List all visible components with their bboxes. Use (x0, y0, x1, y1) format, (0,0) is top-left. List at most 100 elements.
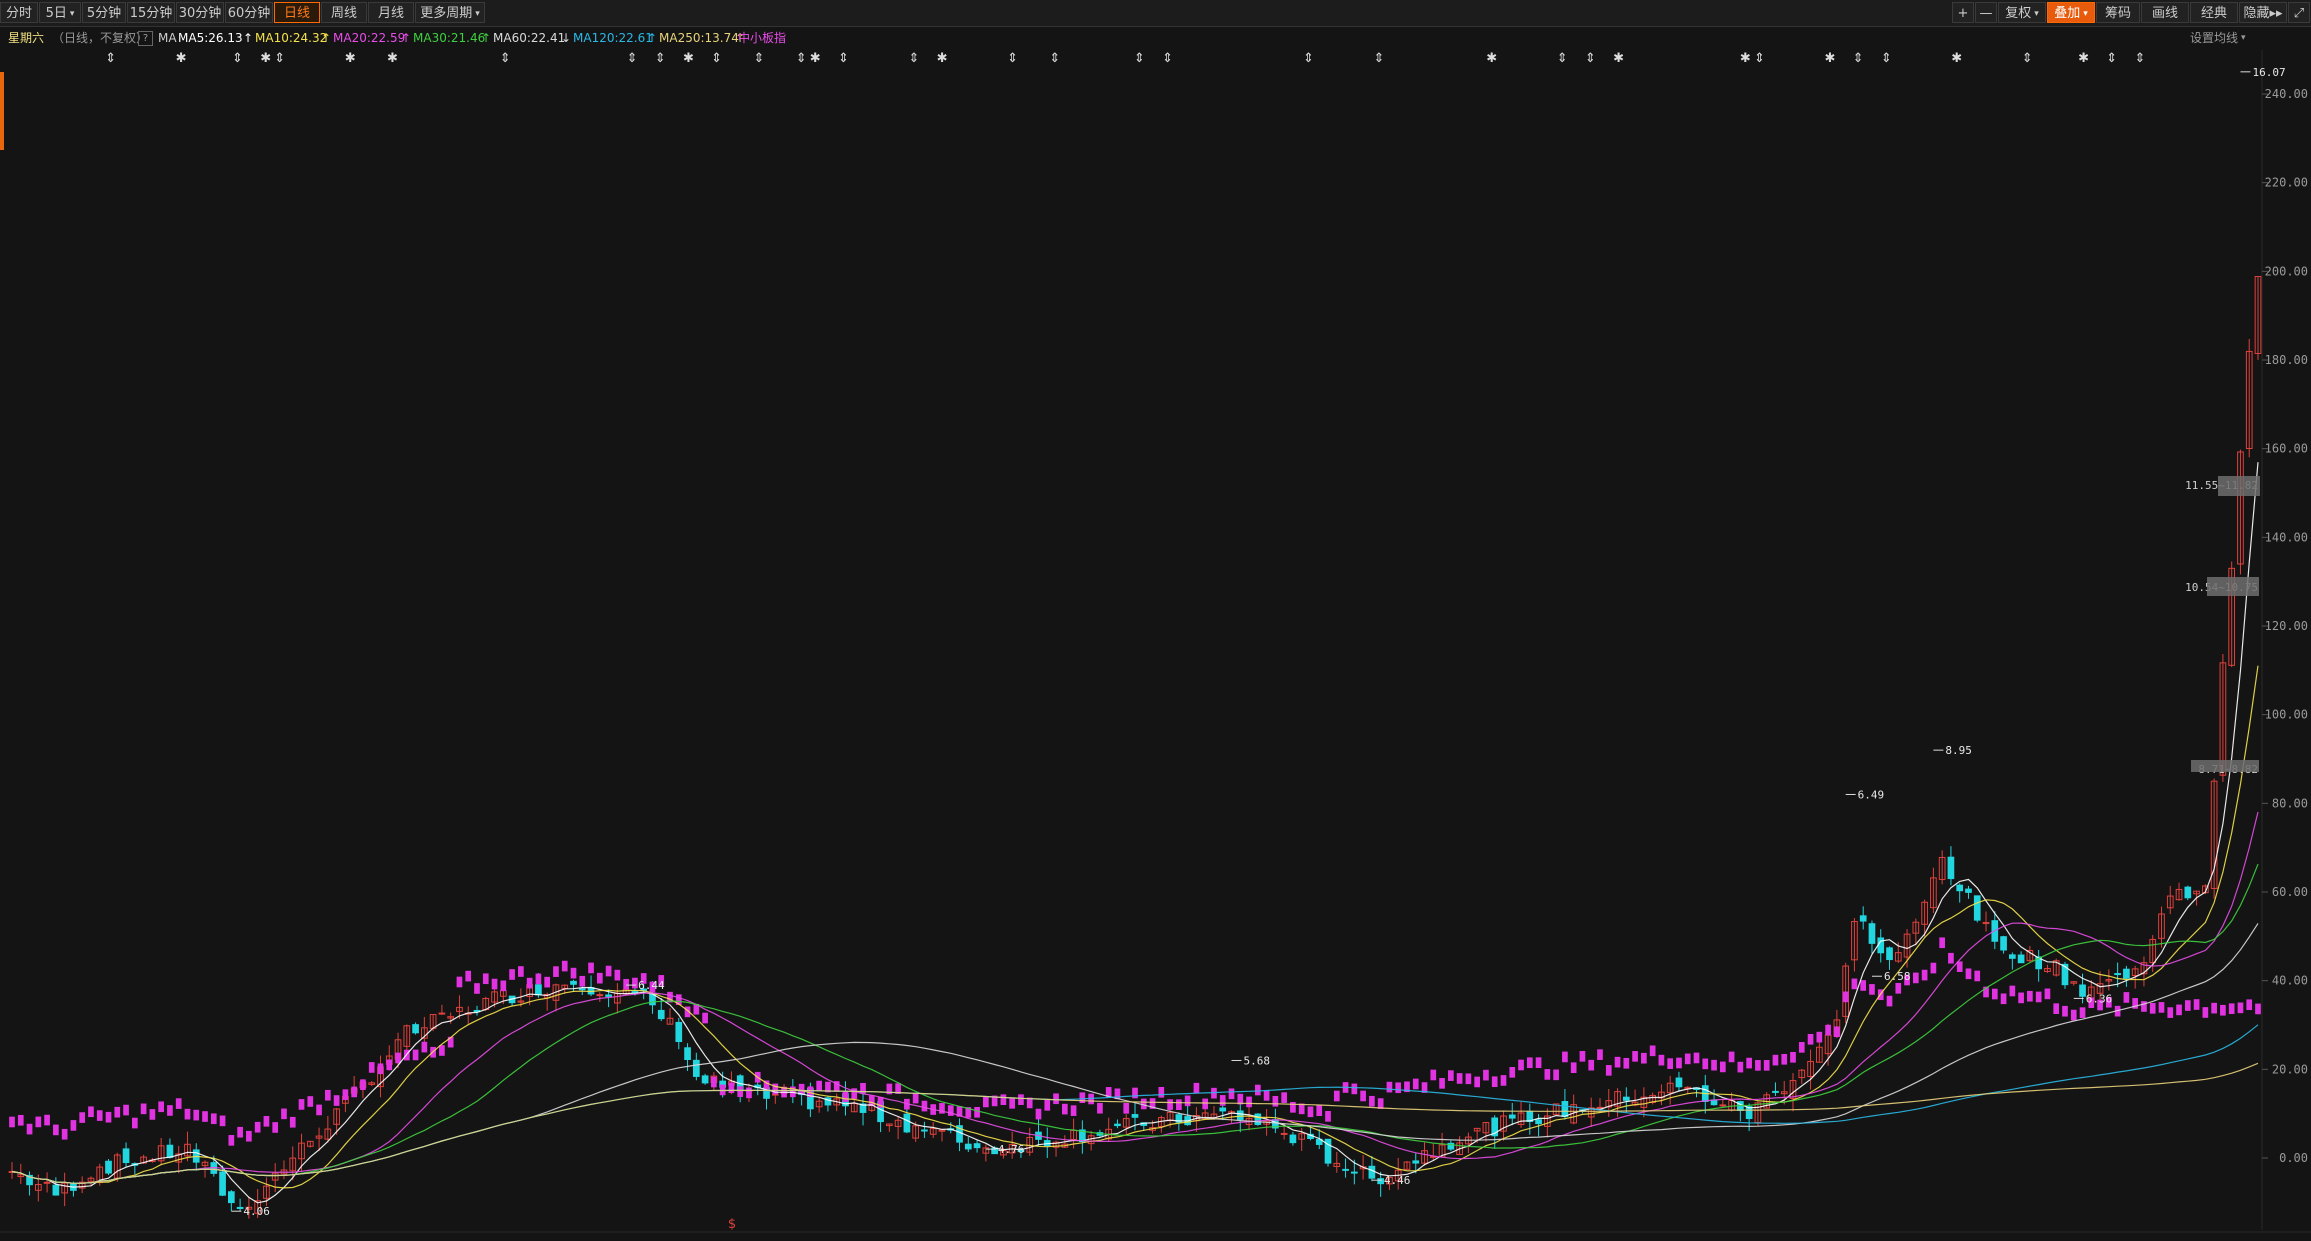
candle-body (1342, 1168, 1349, 1171)
overlay-index-bar (149, 1109, 156, 1120)
overlay-index-bar (1000, 1094, 1007, 1106)
tab-period-4[interactable]: 30分钟 (176, 2, 224, 23)
candle-body (921, 1129, 928, 1132)
tab-period-label: 日线 (283, 6, 310, 21)
overlay-index-bar (1202, 1098, 1209, 1110)
overlay-index-bar (1228, 1088, 1235, 1100)
overlay-index-bar (535, 973, 542, 985)
candle-body (2123, 968, 2130, 979)
overlay-index-bar (2062, 1005, 2068, 1017)
overlay-index-bar (1965, 968, 1972, 980)
toolbar-tool-4[interactable]: 筹码 (2096, 2, 2140, 23)
toolbar-tool-label: ⤢ (2293, 6, 2305, 21)
overlay-index-bar (491, 978, 498, 990)
y-tick-label: 120.00 (2265, 619, 2308, 633)
overlay-index-bar (1719, 1061, 1726, 1073)
candle-body (2114, 973, 2121, 976)
chevron-down-icon: ▾ (2083, 9, 2088, 19)
overlay-index-bar (1623, 1057, 1630, 1069)
tab-period-7[interactable]: 周线 (321, 2, 367, 23)
overlay-index-bar (1500, 1075, 1507, 1086)
event-marker-icon: ⇕ (105, 51, 116, 66)
tab-period-5[interactable]: 60分钟 (225, 2, 273, 23)
overlay-index-bar (1825, 1024, 1831, 1036)
overlay-index-bar (421, 1041, 428, 1053)
tab-period-label: 更多周期 (420, 6, 473, 21)
ma-settings-button[interactable]: 设置均线 ▾ (2190, 27, 2246, 49)
candle-body (438, 1012, 446, 1015)
y-tick-label: 0.00 (2279, 1151, 2308, 1165)
overlay-index-bar (377, 1063, 384, 1075)
help-icon[interactable]: ? (138, 31, 153, 46)
y-tick-label: 100.00 (2265, 708, 2308, 722)
ma-value-0: MA5:26.13 (178, 31, 243, 45)
chevron-down-icon: ▾ (69, 9, 75, 19)
event-marker-icon: ⇕ (1754, 51, 1765, 66)
overlay-index-bar (1263, 1090, 1270, 1101)
toolbar-tool-7[interactable]: 隐藏▸▸ (2239, 2, 2287, 23)
toolbar-tool-6[interactable]: 经典 (2190, 2, 2238, 23)
overlay-index-bar (1123, 1103, 1130, 1114)
event-marker-icon: ✱ (260, 51, 271, 66)
candle-body (1561, 1101, 1569, 1117)
overlay-index-bar (561, 960, 568, 972)
event-marker-icon: ⇕ (753, 51, 764, 66)
toolbar-tool-1[interactable]: — (1975, 2, 1997, 23)
toolbar-tool-label: 复权 (2005, 6, 2032, 21)
event-marker-icon: ✱ (1951, 51, 1962, 66)
y-tick-label: 20.00 (2272, 1062, 2308, 1076)
tab-period-1[interactable]: 5日 ▾ (39, 2, 81, 23)
tab-period-6[interactable]: 日线 (274, 2, 320, 23)
overlay-index-label[interactable]: 中小板指 (738, 27, 786, 49)
overlay-index-bar (210, 1113, 217, 1125)
left-accent-bar (0, 72, 4, 150)
overlay-index-bar (1544, 1069, 1551, 1080)
ma30-line (11, 863, 2259, 1184)
overlay-index-bar (1790, 1051, 1796, 1063)
overlay-index-bar (1491, 1076, 1498, 1088)
candle-body (657, 1009, 665, 1020)
tab-period-9[interactable]: 更多周期 ▾ (415, 2, 485, 23)
tab-period-8[interactable]: 月线 (368, 2, 414, 23)
overlay-index-bar (1167, 1099, 1173, 1110)
overlay-index-bar (2176, 1004, 2182, 1016)
candle-body (1675, 1077, 1683, 1088)
overlay-index-bar (88, 1106, 94, 1118)
overlay-index-bar (588, 962, 594, 974)
candle-body (1745, 1106, 1753, 1120)
overlay-index-bar (1781, 1053, 1788, 1065)
tab-period-label: 月线 (377, 6, 404, 21)
tab-period-label: 5日 (45, 6, 67, 21)
ma-arrow-icon: ↑ (647, 31, 658, 45)
event-marker-icon: ✱ (176, 51, 187, 66)
tab-period-3[interactable]: 15分钟 (127, 2, 175, 23)
overlay-index-bar (1597, 1049, 1603, 1060)
overlay-index-bar (44, 1114, 50, 1126)
candle-body (236, 1206, 244, 1209)
candle-body (1719, 1104, 1727, 1107)
event-marker-icon: ⇕ (1374, 51, 1385, 66)
overlay-index-bar (2044, 988, 2051, 1000)
overlay-index-bar (184, 1108, 191, 1120)
overlay-index-bar (2228, 1003, 2235, 1015)
toolbar-tool-5[interactable]: 画线 (2141, 2, 2189, 23)
overlay-index-bar (1430, 1069, 1437, 1081)
overlay-index-bar (1061, 1103, 1068, 1115)
ma-value-1: MA10:24.32 (255, 31, 328, 45)
overlay-index-bar (1632, 1051, 1638, 1062)
toolbar-tool-2[interactable]: 复权 ▾ (1998, 2, 2046, 23)
toolbar-tool-8[interactable]: ⤢ (2288, 2, 2310, 23)
toolbar-tool-3[interactable]: 叠加 ▾ (2047, 2, 2095, 23)
ma60-line (11, 923, 2259, 1184)
kline-chart[interactable]: 240.00 220.00 200.00 180.00 160.00 140.00 120.… (0, 0, 2311, 1241)
toolbar-tool-0[interactable]: + (1952, 2, 1974, 23)
overlay-index-bar (263, 1115, 270, 1127)
tab-period-2[interactable]: 5分钟 (82, 2, 126, 23)
overlay-index-bar (2220, 1004, 2226, 1016)
event-marker-icon: ⇕ (1134, 51, 1145, 66)
overlay-index-bar (1526, 1057, 1533, 1069)
candle-body (227, 1191, 235, 1204)
overlay-index-bar (1360, 1090, 1366, 1102)
tab-period-0[interactable]: 分时 (0, 2, 38, 23)
overlay-index-bar (193, 1109, 200, 1121)
